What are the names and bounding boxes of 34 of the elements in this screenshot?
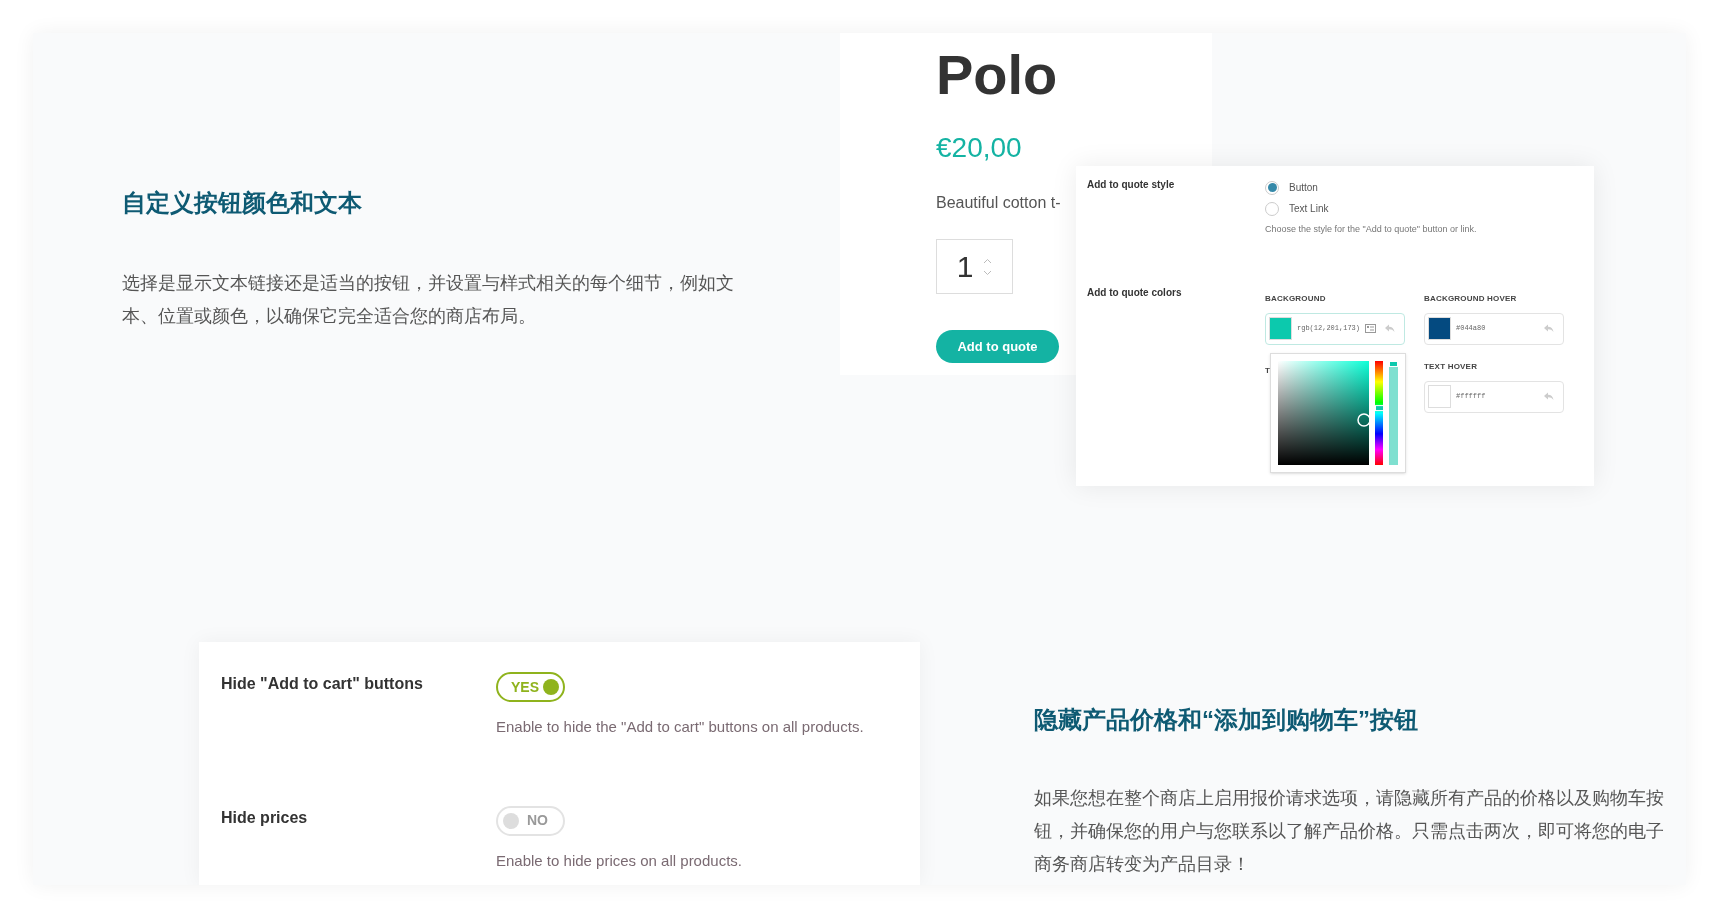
product-price: €20,00: [936, 131, 1022, 165]
opacity-slider[interactable]: [1389, 360, 1398, 465]
field-label: T: [1265, 364, 1270, 377]
setting-help: Choose the style for the "Add to quote" button or link.: [1265, 223, 1478, 236]
feature-heading: 隐藏产品价格和“添加到购物车”按钮: [1034, 705, 1419, 735]
feature-heading: 自定义按钮颜色和文本: [122, 188, 363, 218]
saturation-area[interactable]: [1278, 360, 1369, 465]
undo-icon[interactable]: [1384, 324, 1395, 333]
setting-help: Enable to hide prices on all products.: [496, 850, 742, 871]
stepper-icon[interactable]: [983, 256, 993, 277]
radio-option[interactable]: Button: [1265, 177, 1564, 198]
radio-option[interactable]: Text Link: [1265, 198, 1564, 219]
palette-icon: [1365, 324, 1376, 333]
feature-description: 选择是显示文本链接还是适当的按钮，并设置与样式相关的每个细节，例如文本、位置或颜色，以确保它完全适合您的商店布局。: [122, 272, 735, 328]
product-title: Polo: [936, 43, 1058, 107]
setting-label: Hide prices: [221, 807, 309, 828]
color-swatch[interactable]: [1269, 317, 1292, 340]
undo-icon[interactable]: [1543, 392, 1554, 401]
field-label: BACKGROUND: [1265, 292, 1327, 305]
setting-label: Add to quote colors: [1087, 286, 1183, 300]
undo-icon[interactable]: [1543, 324, 1554, 333]
quantity-field[interactable]: 1: [936, 239, 1013, 294]
quantity-value: 1: [956, 249, 974, 285]
setting-label: Add to quote style: [1087, 178, 1176, 192]
product-description: Beautiful cotton t-: [936, 193, 1061, 213]
color-picker-dropdown[interactable]: [1270, 352, 1406, 473]
setting-help: Enable to hide the "Add to cart" buttons on all products.: [496, 717, 864, 737]
hue-slider[interactable]: [1374, 360, 1384, 465]
setting-label: Hide "Add to cart" buttons: [221, 674, 424, 694]
field-label: BACKGROUND HOVER: [1424, 292, 1518, 305]
color-swatch[interactable]: [1428, 317, 1451, 340]
color-swatch[interactable]: [1428, 385, 1451, 408]
feature-description: 如果您想在整个商店上启用报价请求选项，请隐藏所有产品的价格以及购物车按钮，并确保您的用户与您联系以了解产品价格。只需点击两次，即可将您的电子商务商店转变为产品目录！: [1034, 787, 1665, 876]
field-label: TEXT HOVER: [1424, 360, 1479, 373]
